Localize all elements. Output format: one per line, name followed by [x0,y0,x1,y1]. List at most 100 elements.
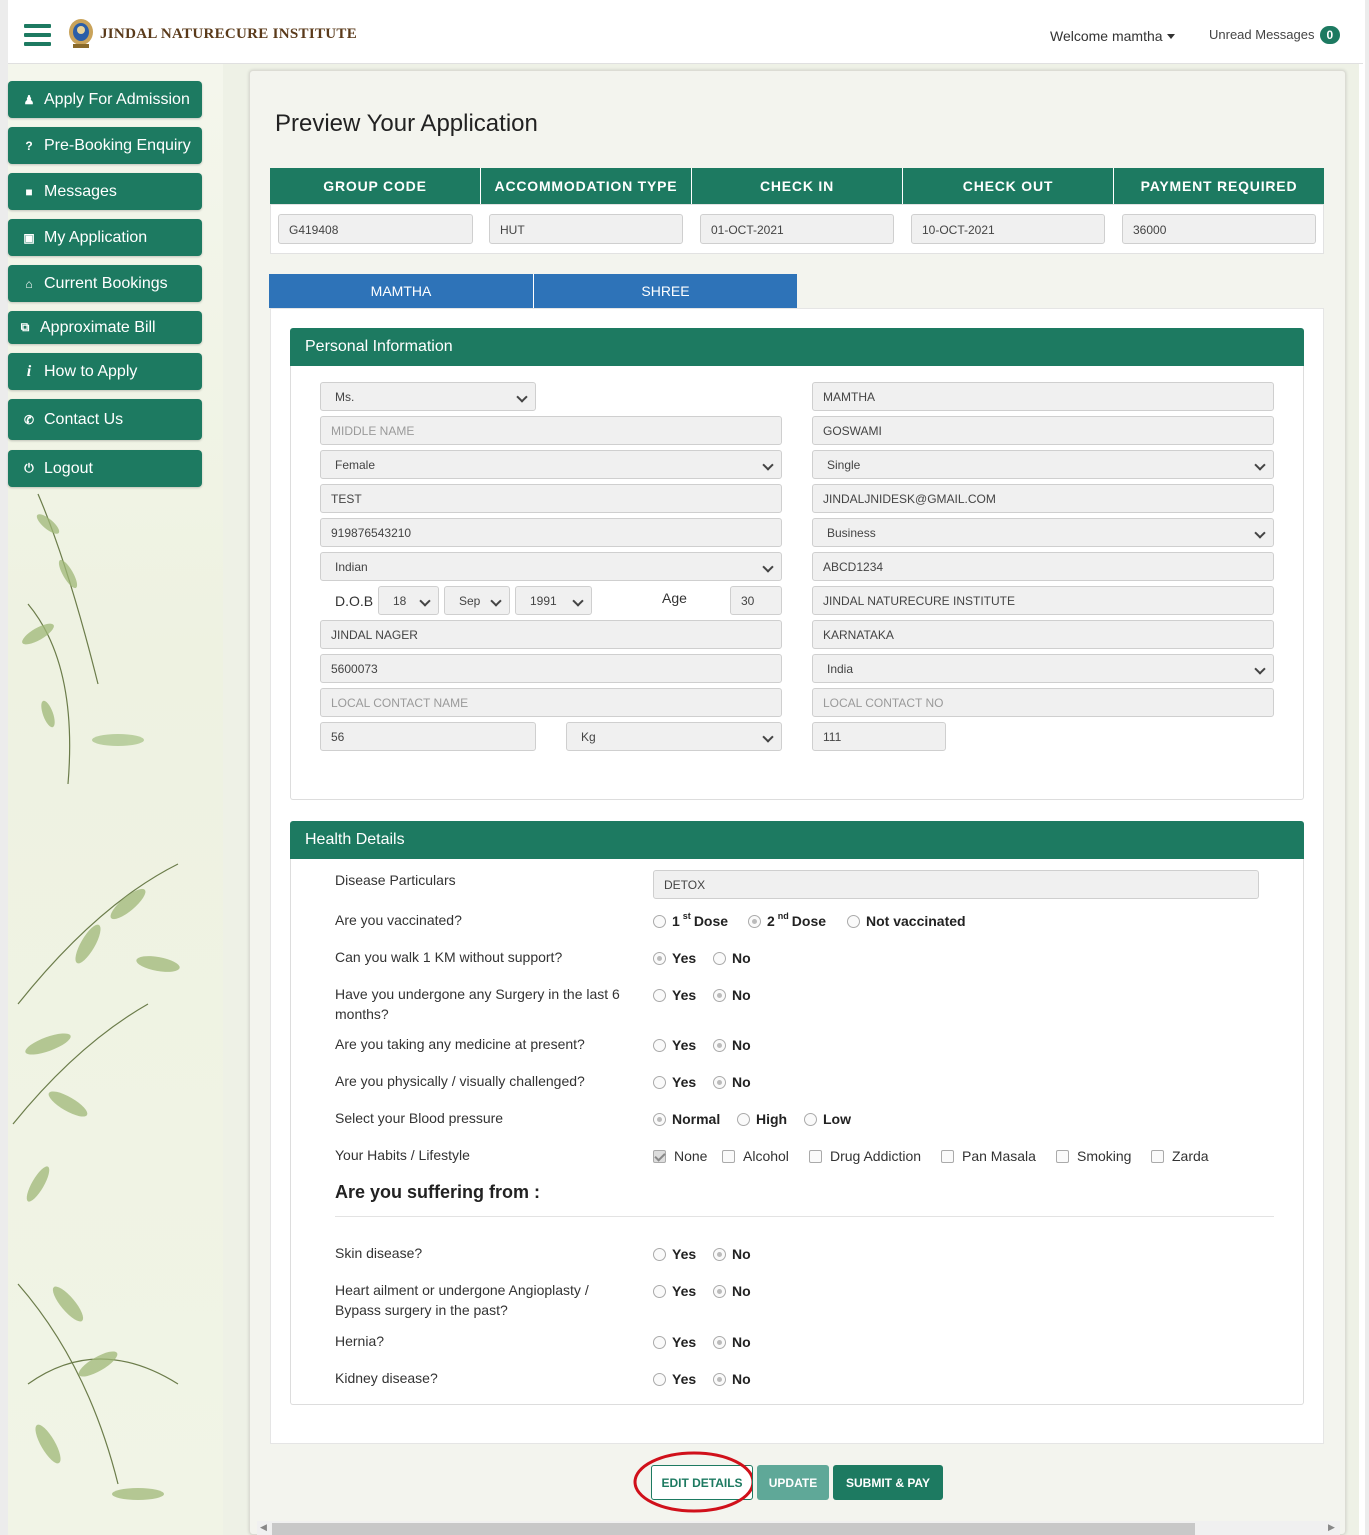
radio-icon [713,1038,726,1052]
disease-particulars-label: Disease Particulars [335,872,456,888]
marital-status-select[interactable]: Single [812,450,1274,479]
check-out-field[interactable]: 10-OCT-2021 [911,214,1105,244]
vaccine-dose1-radio[interactable]: 1st Dose [653,911,728,929]
email-field[interactable]: JINDALJNIDESK@GMAIL.COM [812,484,1274,513]
update-button[interactable]: UPDATE [757,1465,829,1500]
country-select[interactable]: India [812,654,1274,683]
habit-pan-masala-checkbox[interactable]: Pan Masala [941,1148,1036,1164]
nationality-select[interactable]: Indian [320,552,782,581]
checkbox-icon [653,1149,666,1163]
kidney-disease-question: Kidney disease? [335,1370,438,1386]
brand-name[interactable]: JINDAL NATURECURE INSTITUTE [100,26,357,43]
sidebar-item-messages[interactable]: ■ Messages [8,173,202,210]
last-name-field[interactable]: GOSWAMI [812,416,1274,445]
disease-particulars-field[interactable]: DETOX [653,870,1259,899]
surgery-yes-radio[interactable]: Yes [653,987,696,1003]
hamburger-menu-icon[interactable] [24,24,51,46]
first-name-field[interactable]: MAMTHA [812,382,1274,411]
sidebar-item-current-bookings[interactable]: ⌂ Current Bookings [8,265,202,302]
skin-disease-question: Skin disease? [335,1245,423,1261]
radio-icon [653,951,666,965]
pincode-field[interactable]: 5600073 [320,654,782,683]
hernia-no-radio[interactable]: No [713,1334,751,1350]
hernia-question: Hernia? [335,1333,385,1349]
sidebar-item-label: Approximate Bill [40,318,156,336]
sidebar-item-label: Messages [44,182,117,200]
group-code-field[interactable]: G419408 [278,214,473,244]
personal-information-heading: Personal Information [290,328,1304,366]
walk-yes-radio[interactable]: Yes [653,950,696,966]
height-field[interactable]: 111 [812,722,946,751]
dob-month-select[interactable]: Sep [444,586,510,615]
scroll-left-arrow-icon[interactable]: ◀ [260,1522,267,1533]
kidney-no-radio[interactable]: No [713,1371,751,1387]
check-in-field[interactable]: 01-OCT-2021 [700,214,894,244]
radio-icon [653,914,666,928]
sidebar-item-logout[interactable]: ⏻ Logout [8,450,202,487]
habit-drug-addiction-checkbox[interactable]: Drug Addiction [809,1148,921,1164]
radio-icon [713,1247,726,1261]
sidebar-item-label: How to Apply [44,362,138,380]
challenged-no-radio[interactable]: No [713,1074,751,1090]
sidebar-item-pre-booking-enquiry[interactable]: ? Pre-Booking Enquiry [8,127,202,164]
accommodation-type-field[interactable]: HUT [489,214,683,244]
habit-alcohol-checkbox[interactable]: Alcohol [722,1148,789,1164]
submit-and-pay-button[interactable]: SUBMIT & PAY [833,1465,943,1500]
radio-icon [653,1247,666,1261]
surgery-no-radio[interactable]: No [713,987,751,1003]
sidebar-item-apply-for-admission[interactable]: ♟ Apply For Admission [8,81,202,118]
vaccine-dose2-radio[interactable]: 2nd Dose [748,911,826,929]
scrollbar-thumb[interactable] [272,1523,1195,1535]
radio-icon [713,1335,726,1349]
dob-label: D.O.B [335,593,374,609]
scroll-right-arrow-icon[interactable]: ▶ [1328,1522,1335,1533]
middle-name-field[interactable]: MIDDLE NAME [320,416,782,445]
dob-year-select[interactable]: 1991 [515,586,592,615]
tab-shree[interactable]: SHREE [534,274,797,308]
sidebar-item-approximate-bill[interactable]: ⧉ Approximate Bill [8,311,202,344]
medicine-no-radio[interactable]: No [713,1037,751,1053]
copy-icon: ⧉ [20,320,30,334]
radio-icon [653,1038,666,1052]
medicine-yes-radio[interactable]: Yes [653,1037,696,1053]
local-contact-name-field[interactable]: LOCAL CONTACT NAME [320,688,782,717]
occupation-field[interactable]: TEST [320,484,782,513]
dob-day-select[interactable]: 18 [378,586,439,615]
sidebar-item-my-application[interactable]: ▣ My Application [8,219,202,256]
address-field[interactable]: JINDAL NAGER [320,620,782,649]
age-field[interactable]: 30 [730,586,782,615]
profession-select[interactable]: Business [812,518,1274,547]
unread-messages[interactable]: Unread Messages 0 [1209,26,1341,44]
challenged-yes-radio[interactable]: Yes [653,1074,696,1090]
sidebar-item-contact-us[interactable]: ✆ Contact Us [8,399,202,440]
highlight-circle-annotation [633,1451,752,1513]
phone-field[interactable]: 919876543210 [320,518,782,547]
skin-no-radio[interactable]: No [713,1246,751,1262]
bp-low-radio[interactable]: Low [804,1111,851,1127]
habit-smoking-checkbox[interactable]: Smoking [1056,1148,1131,1164]
tab-mamtha[interactable]: MAMTHA [269,274,534,308]
weight-field[interactable]: 56 [320,722,536,751]
weight-unit-select[interactable]: Kg [566,722,782,751]
habit-none-checkbox[interactable]: None [653,1148,707,1164]
sidebar-item-label: Pre-Booking Enquiry [44,136,191,154]
id-number-field[interactable]: ABCD1234 [812,552,1274,581]
kidney-yes-radio[interactable]: Yes [653,1371,696,1387]
payment-required-field[interactable]: 36000 [1122,214,1316,244]
sidebar-item-how-to-apply[interactable]: i How to Apply [8,353,202,390]
bp-normal-radio[interactable]: Normal [653,1111,720,1127]
heart-yes-radio[interactable]: Yes [653,1283,696,1299]
user-menu[interactable]: Welcome mamtha [1050,28,1175,44]
not-vaccinated-radio[interactable]: Not vaccinated [847,913,966,929]
local-contact-no-field[interactable]: LOCAL CONTACT NO [812,688,1274,717]
organisation-field[interactable]: JINDAL NATURECURE INSTITUTE [812,586,1274,615]
habit-zarda-checkbox[interactable]: Zarda [1151,1148,1209,1164]
hernia-yes-radio[interactable]: Yes [653,1334,696,1350]
skin-yes-radio[interactable]: Yes [653,1246,696,1262]
bp-high-radio[interactable]: High [737,1111,787,1127]
gender-select[interactable]: Female [320,450,782,479]
state-field[interactable]: KARNATAKA [812,620,1274,649]
walk-no-radio[interactable]: No [713,950,751,966]
heart-no-radio[interactable]: No [713,1283,751,1299]
salutation-select[interactable]: Ms. [320,382,536,411]
